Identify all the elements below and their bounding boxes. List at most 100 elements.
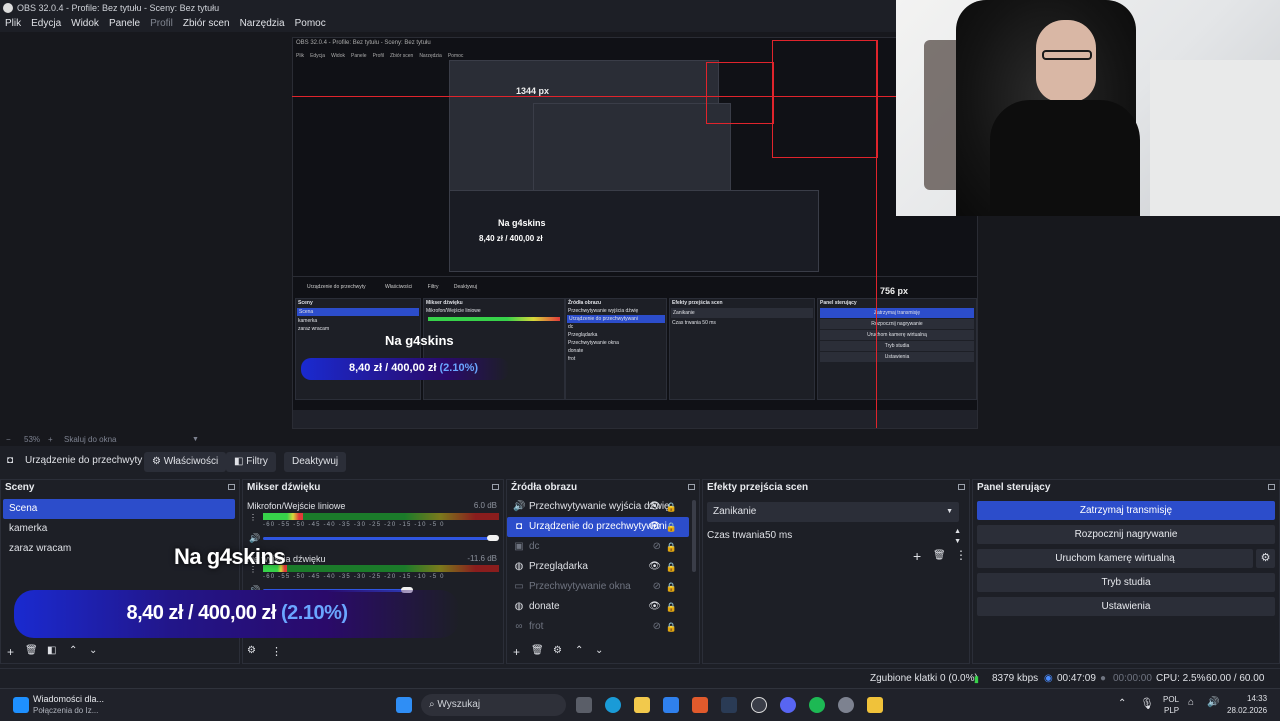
- remove-transition-icon[interactable]: 🗑: [933, 550, 946, 561]
- remove-scene-icon[interactable]: 🗑: [25, 645, 38, 656]
- language-top[interactable]: POL: [1163, 695, 1179, 704]
- sources-scrollbar[interactable]: [692, 500, 696, 572]
- network-icon[interactable]: ⌂: [1188, 697, 1194, 708]
- transition-select[interactable]: Zanikanie ▼: [707, 502, 959, 522]
- notification-title[interactable]: Wiadomości dla...: [33, 694, 104, 704]
- source-item[interactable]: 🔊 Przechwytywanie wyjścia dźwię 👁 🔒: [507, 497, 689, 517]
- mixer-channel-1-mute-icon[interactable]: 🔊: [249, 533, 260, 544]
- source-item[interactable]: ▭ Przechwytywanie okna ⊘ 🔒: [507, 577, 689, 597]
- duration-input[interactable]: 50 ms ▲ ▼: [765, 526, 965, 546]
- task-view-icon[interactable]: [576, 697, 592, 713]
- menu-profil[interactable]: Profil: [145, 16, 178, 32]
- menu-panele[interactable]: Panele: [104, 16, 145, 32]
- zoom-mode-chevron-icon[interactable]: ▼: [192, 434, 199, 446]
- clock-date[interactable]: 28.02.2026: [1227, 706, 1267, 715]
- add-source-icon[interactable]: +: [513, 645, 520, 659]
- clock-time[interactable]: 14:33: [1247, 694, 1267, 703]
- file-explorer-icon[interactable]: [634, 697, 650, 713]
- notification-subtitle[interactable]: Połączenia do Iz...: [33, 706, 98, 715]
- source-item[interactable]: ◍ donate 👁 🔒: [507, 597, 689, 617]
- tray-chevron-icon[interactable]: ⌃: [1118, 698, 1126, 709]
- menu-plik[interactable]: Plik: [0, 16, 26, 32]
- mixer-settings-icon[interactable]: ⚙: [247, 645, 256, 656]
- lock-icon[interactable]: 🔒: [666, 577, 677, 597]
- lock-icon[interactable]: 🔒: [666, 597, 677, 617]
- remove-source-icon[interactable]: 🗑: [531, 645, 544, 656]
- dock-float-icon[interactable]: [1268, 484, 1275, 490]
- menu-narzedzia[interactable]: Narzędzia: [235, 16, 290, 32]
- nested-source-item: Przechwytywanie wyjścia dźwię: [568, 308, 639, 314]
- settings-button[interactable]: Ustawienia: [977, 597, 1275, 616]
- dock-float-icon[interactable]: [492, 484, 499, 490]
- whatsapp-icon[interactable]: [13, 697, 29, 713]
- visibility-hidden-icon[interactable]: ⊘: [653, 537, 661, 557]
- lock-icon[interactable]: 🔒: [666, 497, 677, 517]
- virtual-camera-gear-icon[interactable]: ⚙: [1256, 549, 1275, 568]
- app-icon[interactable]: [867, 697, 883, 713]
- lock-icon[interactable]: 🔒: [666, 537, 677, 557]
- stop-stream-button[interactable]: Zatrzymaj transmisję: [977, 501, 1275, 520]
- add-scene-icon[interactable]: +: [7, 645, 14, 659]
- visibility-eye-icon[interactable]: 👁: [648, 557, 661, 577]
- scene-item-kamerka[interactable]: kamerka: [3, 519, 235, 539]
- scene-item-scena[interactable]: Scena: [3, 499, 235, 519]
- move-up-icon[interactable]: ⌃: [69, 645, 77, 656]
- mixer-channel-1-menu-icon[interactable]: ⋮: [249, 513, 257, 522]
- add-transition-icon[interactable]: +: [913, 548, 921, 564]
- move-down-icon[interactable]: ⌄: [595, 645, 603, 656]
- menu-zbior-scen[interactable]: Zbiór scen: [178, 16, 235, 32]
- move-up-icon[interactable]: ⌃: [575, 645, 583, 656]
- dock-float-icon[interactable]: [228, 484, 235, 490]
- zoom-in-button[interactable]: +: [48, 434, 53, 446]
- lock-icon[interactable]: 🔒: [666, 617, 677, 637]
- windows-taskbar: Wiadomości dla... Połączenia do Iz... ⌕ …: [0, 688, 1280, 721]
- obs-icon[interactable]: [751, 697, 767, 713]
- start-virtual-camera-button[interactable]: Uruchom kamerę wirtualną: [977, 549, 1253, 568]
- menu-pomoc[interactable]: Pomoc: [290, 16, 331, 32]
- windows-start-icon[interactable]: [396, 697, 412, 713]
- studio-mode-button[interactable]: Tryb studia: [977, 573, 1275, 592]
- mixer-channel-1-volume[interactable]: [263, 537, 493, 540]
- visibility-eye-icon[interactable]: 👁: [648, 517, 661, 537]
- transition-menu-icon[interactable]: ⋮: [955, 548, 967, 562]
- language-bottom[interactable]: PLP: [1164, 706, 1179, 715]
- visibility-eye-icon[interactable]: 👁: [648, 597, 661, 617]
- menu-widok[interactable]: Widok: [66, 16, 104, 32]
- visibility-hidden-icon[interactable]: ⊘: [653, 577, 661, 597]
- move-down-icon[interactable]: ⌄: [89, 645, 97, 656]
- deactivate-button[interactable]: Deaktywuj: [284, 452, 347, 472]
- discord-icon[interactable]: [780, 697, 796, 713]
- filters-button[interactable]: ◧ Filtry: [226, 452, 276, 472]
- source-item[interactable]: ◍ Przeglądarka 👁 🔒: [507, 557, 689, 577]
- mixer-channel-2-meter: [263, 565, 499, 572]
- source-item[interactable]: ∞ frot ⊘ 🔒: [507, 617, 689, 637]
- zoom-mode-select[interactable]: Skaluj do okna: [64, 434, 116, 446]
- volume-icon[interactable]: 🔊: [1207, 697, 1219, 708]
- properties-button[interactable]: ⚙ Właściwości: [144, 452, 227, 472]
- brave-icon[interactable]: [692, 697, 708, 713]
- nested-control-btn: Uruchom kamerę wirtualną: [820, 330, 974, 340]
- zoom-out-button[interactable]: −: [6, 434, 11, 446]
- visibility-eye-icon[interactable]: 👁: [648, 497, 661, 517]
- visibility-hidden-icon[interactable]: ⊘: [653, 617, 661, 637]
- start-recording-button[interactable]: Rozpocznij nagrywanie: [977, 525, 1275, 544]
- source-settings-icon[interactable]: ⚙: [553, 645, 562, 656]
- microphone-icon[interactable]: 🎙: [1140, 697, 1154, 710]
- edge-icon[interactable]: [605, 697, 621, 713]
- dock-float-icon[interactable]: [688, 484, 695, 490]
- nested-duration-value: 50 ms: [702, 320, 716, 326]
- mixer-menu-icon[interactable]: ⋮: [271, 645, 282, 658]
- dock-float-icon[interactable]: [958, 484, 965, 490]
- settings-app-icon[interactable]: [838, 697, 854, 713]
- source-item[interactable]: ◘ Urządzenie do przechwytywani 👁 🔒: [507, 517, 689, 537]
- menu-edycja[interactable]: Edycja: [26, 16, 66, 32]
- vscode-icon[interactable]: [663, 697, 679, 713]
- lock-icon[interactable]: 🔒: [666, 517, 677, 537]
- steam-icon[interactable]: [721, 697, 737, 713]
- lock-icon[interactable]: 🔒: [666, 557, 677, 577]
- scene-filters-icon[interactable]: ◧: [47, 645, 56, 656]
- source-item[interactable]: ▣ dc ⊘ 🔒: [507, 537, 689, 557]
- taskbar-search[interactable]: ⌕ Wyszukaj: [421, 694, 566, 716]
- spotify-icon[interactable]: [809, 697, 825, 713]
- mixer-channel-1-knob[interactable]: [487, 535, 499, 541]
